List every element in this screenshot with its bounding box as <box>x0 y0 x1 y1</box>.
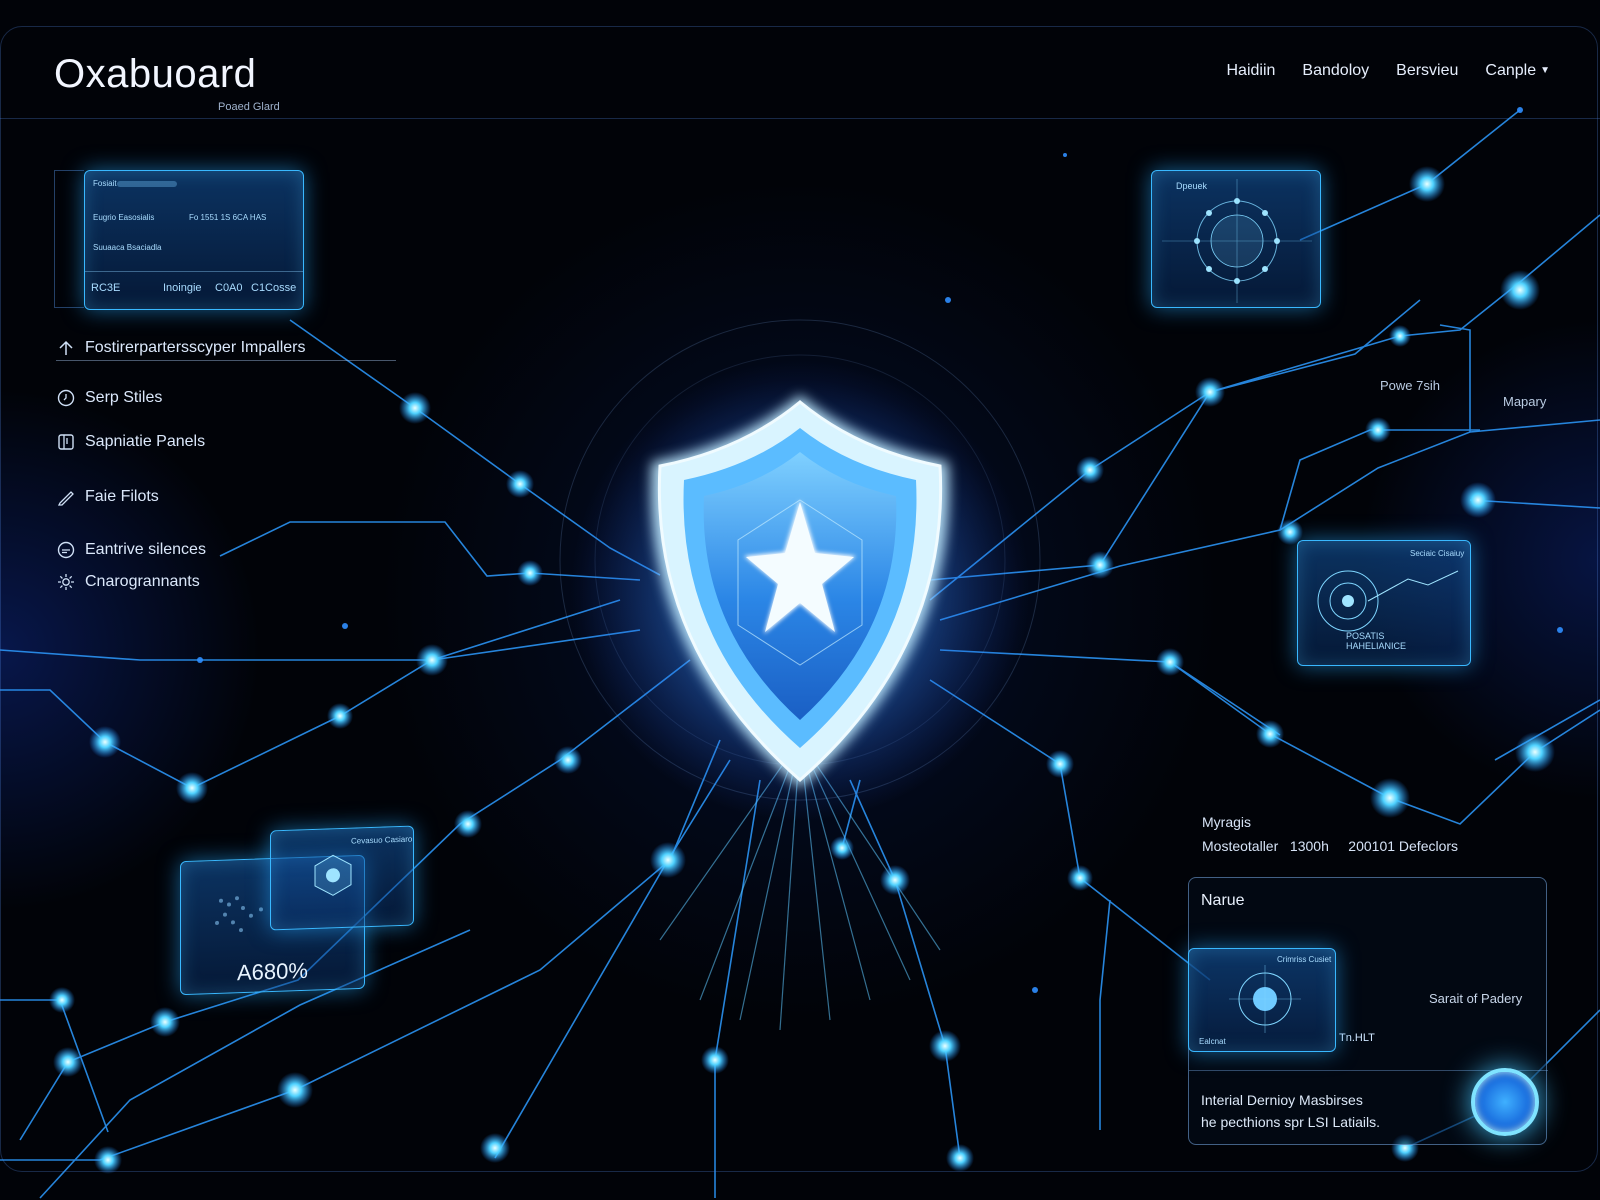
annotation-stats: Mosteotaller 1300h 200101 Defeclors <box>1202 838 1459 854</box>
annotation-mapary: Mapary <box>1503 394 1547 409</box>
detail-preview-card[interactable]: Crimriss Cusiet Ealcnat <box>1188 948 1336 1052</box>
panel-icon <box>58 434 74 450</box>
detail-panel-footer-line: Interial Dernioy Masbirses <box>1201 1092 1363 1108</box>
panel-line: Eugrio Easosialis <box>93 213 155 222</box>
nav-item-canple-label: Canple <box>1485 62 1537 79</box>
percent-readout: A680% <box>237 957 308 986</box>
sidebar-item-panels[interactable]: Sapniatie Panels <box>56 432 205 452</box>
detail-panel-footer-line: he pecthions spr LSI Latiails. <box>1201 1114 1380 1130</box>
panel-label: POSATIS <box>1346 631 1385 641</box>
sidebar-item-label: Serp Stiles <box>85 389 163 406</box>
chat-icon <box>57 541 75 559</box>
sidebar-item-filots[interactable]: Faie Filots <box>56 487 159 507</box>
panel-footer-item: C1Cosse <box>251 282 297 294</box>
top-left-data-panel[interactable]: Fosiait Eugrio Easosialis Fo 1551 1S 6CA… <box>84 170 304 310</box>
target-panel[interactable]: Cevasuo Casiaro <box>270 825 414 931</box>
clock-icon <box>57 389 75 407</box>
panel-footer-item: Inoingie <box>163 282 202 294</box>
brand-subtitle: Poaed Glard <box>218 101 280 113</box>
sidebar-item-label: Sapniatie Panels <box>85 433 206 450</box>
sidebar-item-label: Fostirerpartersscyper Impallers <box>85 339 306 356</box>
panel-line: Fo 1551 1S 6CA HAS <box>189 213 267 222</box>
detail-panel-title: Narue <box>1201 892 1245 909</box>
sidebar-item-impallers[interactable]: Fostirerpartersscyper Impallers <box>56 338 306 358</box>
radar-icon <box>1162 179 1312 303</box>
sidebar-item-silences[interactable]: Eantrive silences <box>56 540 206 560</box>
sidebar-item-serp-stiles[interactable]: Serp Stiles <box>56 388 162 408</box>
header-divider <box>0 118 1600 119</box>
panel-backplate <box>54 170 84 308</box>
pencil-icon <box>57 491 74 506</box>
panel-line: Fosiait <box>93 179 117 188</box>
panel-footer-item: RC3E <box>91 282 121 294</box>
page-background: Oxabuoard Poaed Glard Haidiin Bandoloy B… <box>0 0 1600 1200</box>
annotation-powe: Powe 7sih <box>1380 378 1440 393</box>
chevron-down-icon: ▼ <box>1540 65 1550 76</box>
right-analysis-panel[interactable]: Seciaic Cisaiuy POSATIS HAHELIANICE <box>1297 540 1471 666</box>
gear-icon <box>58 574 74 590</box>
action-button[interactable] <box>1471 1068 1539 1136</box>
detail-panel-side-label: Sarait of Padery <box>1429 991 1523 1006</box>
panel-divider <box>85 271 303 272</box>
brand-logo: Oxabuoard <box>54 52 257 96</box>
sidebar-divider <box>56 360 396 361</box>
nav-item-canple[interactable]: Canple ▼ <box>1485 62 1550 80</box>
sidebar-item-label: Cnarogrannants <box>85 573 200 590</box>
panel-label: Ealcnat <box>1199 1037 1226 1046</box>
nav-item-bandoloy[interactable]: Bandoloy <box>1302 62 1369 80</box>
arrow-up-icon <box>59 340 73 355</box>
sidebar-item-label: Eantrive silences <box>85 541 206 558</box>
annotation-myragis: Myragis <box>1202 814 1252 830</box>
detail-panel-mini-label: Tn.HLT <box>1339 1032 1375 1044</box>
panel-footer-item: C0A0 <box>215 282 243 294</box>
panel-label: HAHELIANICE <box>1346 641 1407 651</box>
hex-target-icon <box>314 854 352 896</box>
panel-search-bar <box>117 181 177 187</box>
sidebar-item-label: Faie Filots <box>85 488 159 505</box>
nav-item-bersvieu[interactable]: Bersviеu <box>1396 62 1458 80</box>
sidebar-item-cnarogrannants[interactable]: Cnarogrannants <box>56 572 200 592</box>
top-navigation: Haidiin Bandoloy Bersviеu Canple ▼ <box>1227 62 1551 80</box>
top-right-radar-panel[interactable]: Dpeuek <box>1151 170 1321 308</box>
panel-line: Suuaaca Bsaciadla <box>93 243 162 252</box>
nav-item-haidiin[interactable]: Haidiin <box>1227 62 1276 80</box>
